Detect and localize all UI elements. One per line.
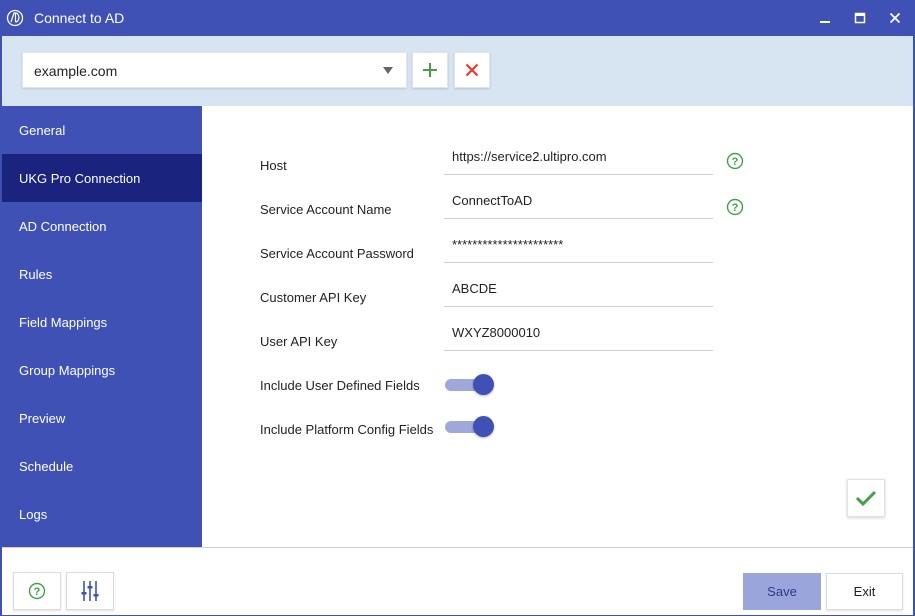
svg-text:?: ?: [732, 156, 739, 168]
service-account-name-label: Service Account Name: [260, 202, 392, 217]
service-account-name-field: [444, 188, 713, 219]
user-api-key-field: [444, 320, 713, 351]
add-domain-button[interactable]: [412, 52, 448, 88]
sidebar-item-logs[interactable]: Logs: [2, 490, 202, 538]
plus-icon: [423, 63, 437, 77]
sidebar-item-label: AD Connection: [19, 219, 107, 234]
help-icon: ?: [28, 582, 46, 600]
sidebar-item-label: Preview: [19, 411, 66, 426]
include-user-defined-fields-toggle[interactable]: [445, 374, 495, 396]
include-platform-config-fields-label: Include Platform Config Fields: [260, 422, 434, 437]
host-label: Host: [260, 158, 287, 173]
domain-dropdown-value: example.com: [34, 63, 118, 79]
sidebar-item-rules[interactable]: Rules: [2, 250, 202, 298]
remove-domain-button[interactable]: [454, 52, 490, 88]
maximize-button[interactable]: [848, 6, 872, 30]
toggle-knob: [473, 416, 494, 437]
checkmark-icon: [855, 490, 877, 507]
service-account-password-label: Service Account Password: [260, 246, 414, 261]
sliders-icon: [81, 581, 99, 601]
maximize-icon: [854, 12, 866, 24]
minimize-button[interactable]: [813, 6, 837, 30]
apply-button[interactable]: [847, 479, 885, 517]
service-account-password-input[interactable]: [452, 237, 707, 252]
service-account-name-input[interactable]: [452, 193, 707, 208]
footer-bar: ? Save Exit: [0, 547, 915, 616]
exit-button[interactable]: Exit: [826, 573, 903, 610]
sidebar-item-schedule[interactable]: Schedule: [2, 442, 202, 490]
app-logo-icon: [6, 9, 24, 27]
chevron-down-icon: [383, 67, 393, 74]
connection-form: Host ? Service Account Name ? Service Ac…: [202, 106, 913, 547]
sidebar-item-general[interactable]: General: [2, 106, 202, 154]
customer-api-key-input[interactable]: [452, 281, 707, 296]
save-button[interactable]: Save: [743, 573, 821, 610]
toggle-knob: [473, 374, 494, 395]
sidebar-nav: General UKG Pro Connection AD Connection…: [2, 106, 202, 547]
x-icon: [465, 63, 479, 77]
service-account-password-field: [444, 232, 713, 263]
customer-api-key-field: [444, 276, 713, 307]
host-help-icon[interactable]: ?: [726, 152, 744, 170]
include-platform-config-fields-toggle[interactable]: [445, 416, 495, 438]
svg-text:?: ?: [732, 202, 739, 214]
settings-button[interactable]: [66, 572, 114, 610]
svg-text:?: ?: [34, 586, 41, 598]
sidebar-item-label: Schedule: [19, 459, 74, 474]
sidebar-item-label: Logs: [19, 507, 48, 522]
sidebar-item-label: UKG Pro Connection: [19, 171, 141, 186]
sidebar-item-ukg-pro-connection[interactable]: UKG Pro Connection: [2, 154, 202, 202]
sidebar-item-label: General: [19, 123, 66, 138]
sidebar-item-preview[interactable]: Preview: [2, 394, 202, 442]
user-api-key-label: User API Key: [260, 334, 338, 349]
include-user-defined-fields-label: Include User Defined Fields: [260, 378, 420, 393]
sidebar-item-label: Group Mappings: [19, 363, 116, 378]
sidebar-item-field-mappings[interactable]: Field Mappings: [2, 298, 202, 346]
sidebar-item-ad-connection[interactable]: AD Connection: [2, 202, 202, 250]
sidebar-item-group-mappings[interactable]: Group Mappings: [2, 346, 202, 394]
host-input[interactable]: [452, 149, 707, 164]
sidebar-item-label: Field Mappings: [19, 315, 108, 330]
domain-dropdown[interactable]: example.com: [22, 52, 407, 88]
sidebar-item-label: Rules: [19, 267, 53, 282]
host-field: [444, 144, 713, 175]
help-button[interactable]: ?: [13, 572, 61, 610]
customer-api-key-label: Customer API Key: [260, 290, 367, 305]
title-bar: Connect to AD: [0, 0, 915, 36]
user-api-key-input[interactable]: [452, 325, 707, 340]
domain-bar: example.com: [2, 36, 913, 106]
service-account-help-icon[interactable]: ?: [726, 198, 744, 216]
minimize-icon: [820, 21, 830, 23]
close-button[interactable]: [883, 6, 907, 30]
close-icon: [889, 12, 901, 24]
window-title: Connect to AD: [34, 10, 125, 26]
